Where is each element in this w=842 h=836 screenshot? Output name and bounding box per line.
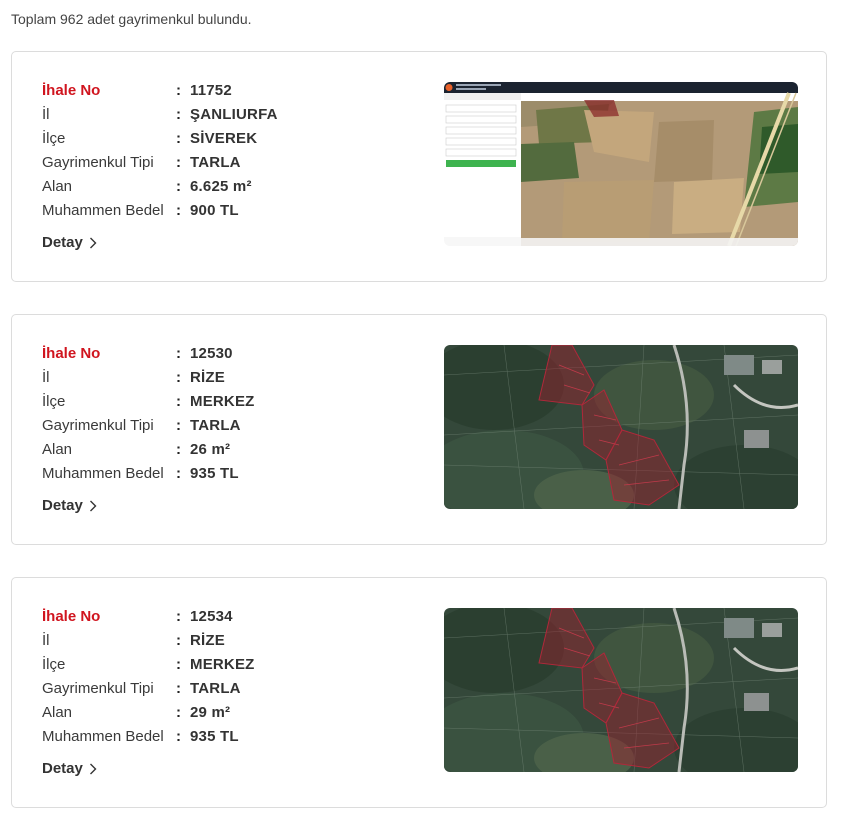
ihale-no-value: 12530 xyxy=(190,344,233,362)
bedel-value: 900 TL xyxy=(190,201,239,219)
chevron-right-icon xyxy=(89,500,97,511)
listing-map-thumbnail[interactable] xyxy=(444,608,798,772)
tip-label: Gayrimenkul Tipi xyxy=(42,416,154,434)
bedel-label: Muhammen Bedel xyxy=(42,464,164,482)
il-value: RİZE xyxy=(190,368,225,386)
il-label: İl xyxy=(42,631,50,649)
ilce-value: SİVEREK xyxy=(190,129,258,147)
il-value: RİZE xyxy=(190,631,225,649)
il-value: ŞANLIURFA xyxy=(190,105,278,123)
ilce-label: İlçe xyxy=(42,392,66,410)
listing-map-thumbnail[interactable] xyxy=(444,345,798,509)
ilce-value: MERKEZ xyxy=(190,655,255,673)
bedel-label: Muhammen Bedel xyxy=(42,727,164,745)
alan-value: 6.625 m² xyxy=(190,177,252,195)
bedel-value: 935 TL xyxy=(190,727,239,745)
il-label: İl xyxy=(42,105,50,123)
detay-link[interactable]: Detay xyxy=(42,497,97,514)
detay-label: Detay xyxy=(42,234,83,251)
listing-card: İhale No:12530 İl: RİZE İlçe: MERKEZ Gayri… xyxy=(11,314,827,545)
detay-link[interactable]: Detay xyxy=(42,234,97,251)
ilce-value: MERKEZ xyxy=(190,392,255,410)
il-label: İl xyxy=(42,368,50,386)
alan-label: Alan xyxy=(42,440,73,458)
alan-label: Alan xyxy=(42,177,73,195)
chevron-right-icon xyxy=(89,237,97,248)
tip-label: Gayrimenkul Tipi xyxy=(42,679,154,697)
listing-map-thumbnail[interactable] xyxy=(444,82,798,246)
ihale-no-label: İhale No xyxy=(42,344,101,362)
ihale-no-value: 12534 xyxy=(190,607,233,625)
ihale-no-value: 11752 xyxy=(190,81,232,99)
bedel-label: Muhammen Bedel xyxy=(42,201,164,219)
alan-value: 29 m² xyxy=(190,703,231,721)
ilce-label: İlçe xyxy=(42,655,66,673)
tip-value: TARLA xyxy=(190,416,241,434)
ihale-no-label: İhale No xyxy=(42,607,101,625)
ihale-no-label: İhale No xyxy=(42,81,101,99)
tip-value: TARLA xyxy=(190,153,241,171)
detay-label: Detay xyxy=(42,760,83,777)
results-summary: Toplam 962 adet gayrimenkul bulundu. xyxy=(11,11,252,27)
detay-link[interactable]: Detay xyxy=(42,760,97,777)
detay-label: Detay xyxy=(42,497,83,514)
listing-info: İhale No:12530 İl: RİZE İlçe: MERKEZ Gayri… xyxy=(42,344,255,482)
tip-label: Gayrimenkul Tipi xyxy=(42,153,154,171)
ilce-label: İlçe xyxy=(42,129,66,147)
tip-value: TARLA xyxy=(190,679,241,697)
listing-info: İhale No:12534 İl: RİZE İlçe: MERKEZ Gayri… xyxy=(42,607,255,745)
alan-value: 26 m² xyxy=(190,440,231,458)
listing-card: İhale No:11752 İl: ŞANLIURFA İlçe: SİVEREK… xyxy=(11,51,827,282)
listing-info: İhale No:11752 İl: ŞANLIURFA İlçe: SİVEREK… xyxy=(42,81,278,219)
listing-card: İhale No:12534 İl: RİZE İlçe: MERKEZ Gayri… xyxy=(11,577,827,808)
bedel-value: 935 TL xyxy=(190,464,239,482)
alan-label: Alan xyxy=(42,703,73,721)
chevron-right-icon xyxy=(89,763,97,774)
